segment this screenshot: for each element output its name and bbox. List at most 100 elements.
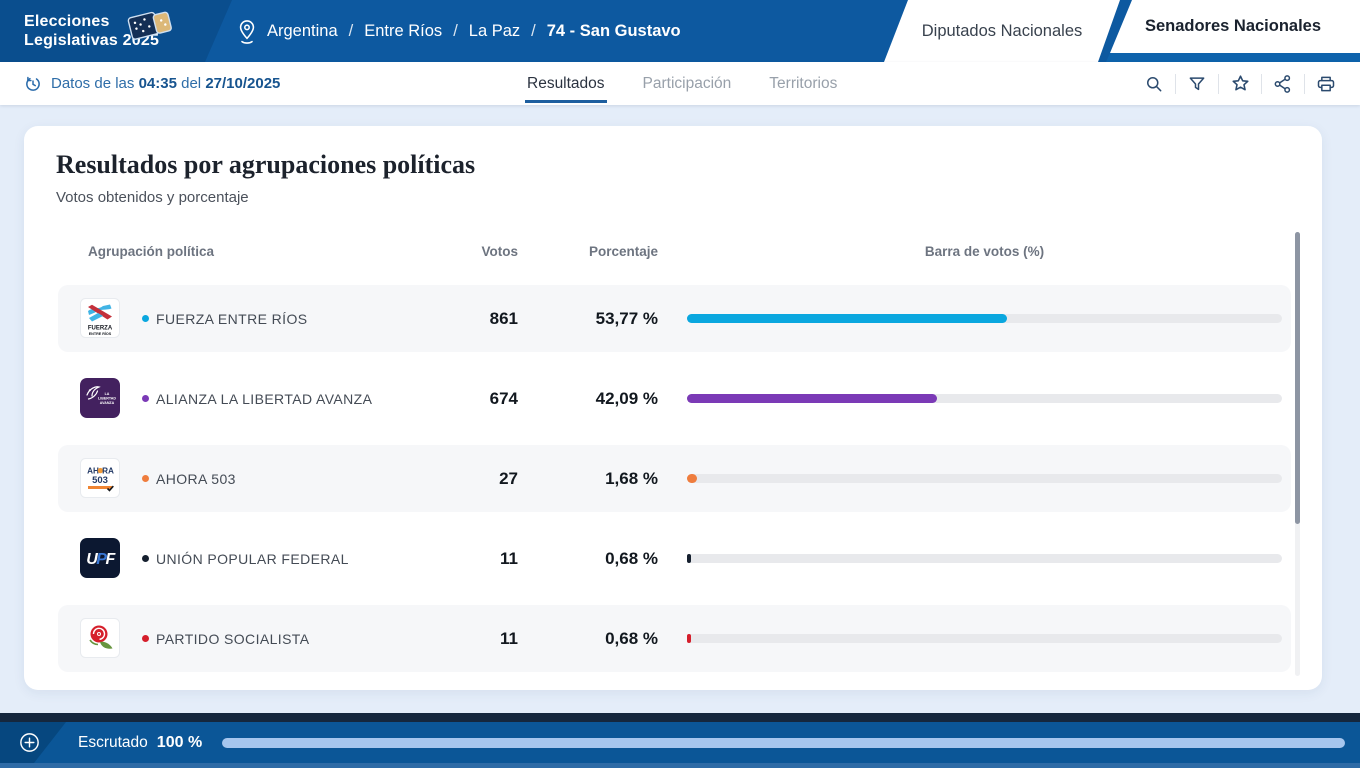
print-icon[interactable] (1314, 72, 1338, 96)
breadcrumb: Argentina / Entre Ríos / La Paz / 74 - S… (236, 0, 681, 62)
party-logo: UPF (80, 538, 120, 578)
tab-senadores-active-indicator (1106, 53, 1360, 62)
footer-bar: Escrutado 100 % (0, 722, 1360, 763)
party-result-row[interactable]: AH RA 503 AHORA 503 27 1,68 % (58, 445, 1291, 512)
breadcrumb-country[interactable]: Argentina (267, 22, 338, 41)
vote-bar-fill (687, 314, 1007, 323)
vote-bar-track (687, 554, 1282, 563)
vote-bar-track (687, 474, 1282, 483)
election-results-page: Elecciones Legislativas 2025 (0, 0, 1360, 768)
table-header: Agrupación política Votos Porcentaje Bar… (58, 244, 1291, 264)
escrutado-percent: 100 % (157, 734, 202, 752)
data-time: 04:35 (139, 75, 177, 92)
escrutado-label: Escrutado 100 % (78, 722, 202, 763)
party-color-bullet (142, 395, 149, 402)
ballot-graphic-icon (122, 4, 180, 51)
party-percent: 53,77 % (538, 309, 658, 329)
logo-segment: Elecciones Legislativas 2025 (0, 0, 232, 62)
tab-senadores-nacionales[interactable]: Senadores Nacionales (1106, 0, 1360, 53)
party-color-bullet (142, 635, 149, 642)
party-logo: AH RA 503 (80, 458, 120, 498)
breadcrumb-separator: / (453, 22, 458, 41)
party-percent: 0,68 % (538, 549, 658, 569)
party-percent: 42,09 % (538, 389, 658, 409)
divider (1261, 74, 1262, 94)
footer-bottom-strip (0, 763, 1360, 768)
party-name: UNIÓN POPULAR FEDERAL (156, 551, 349, 567)
party-result-row[interactable]: PARTIDO SOCIALISTA 11 0,68 % (58, 605, 1291, 672)
vote-bar-fill (687, 634, 691, 643)
vote-bar-track (687, 314, 1282, 323)
tab-territorios[interactable]: Territorios (769, 62, 837, 105)
card-scrollbar-track[interactable] (1295, 232, 1300, 676)
party-color-bullet (142, 315, 149, 322)
share-icon[interactable] (1271, 72, 1295, 96)
tab-participacion[interactable]: Participación (643, 62, 732, 105)
data-date: 27/10/2025 (205, 75, 280, 92)
party-logo: FUERZA ENTRE RÍOS (80, 298, 120, 338)
escrutado-progress-fill (222, 738, 1345, 748)
svg-text:LA: LA (105, 392, 110, 396)
party-votes: 11 (418, 549, 518, 569)
vote-bar-fill (687, 554, 691, 563)
breadcrumb-province[interactable]: Entre Ríos (364, 22, 442, 41)
results-card: Resultados por agrupaciones políticas Vo… (24, 126, 1322, 690)
toolbar-actions (1142, 62, 1338, 105)
view-tabs: Resultados Participación Territorios (527, 62, 837, 105)
card-scrollbar-thumb[interactable] (1295, 232, 1300, 524)
party-result-row[interactable]: FUERZA ENTRE RÍOS FUERZA ENTRE RÍOS 861 … (58, 285, 1291, 352)
party-votes: 674 (418, 389, 518, 409)
party-votes: 11 (418, 629, 518, 649)
data-timestamp: Datos de las 04:35 del 27/10/2025 (24, 62, 280, 105)
party-name: PARTIDO SOCIALISTA (156, 631, 309, 647)
tab-resultados[interactable]: Resultados (527, 62, 605, 105)
party-votes: 27 (418, 469, 518, 489)
divider (1175, 74, 1176, 94)
column-agrupacion: Agrupación política (88, 244, 214, 259)
data-mid: del (181, 75, 201, 92)
results-subtitle: Votos obtenidos y porcentaje (56, 189, 249, 206)
vote-bar-track (687, 394, 1282, 403)
svg-text:LIBERTAD: LIBERTAD (98, 397, 116, 401)
divider (1218, 74, 1219, 94)
party-color-bullet (142, 555, 149, 562)
party-percent: 0,68 % (538, 629, 658, 649)
party-percent: 1,68 % (538, 469, 658, 489)
party-votes: 861 (418, 309, 518, 329)
svg-text:AVANZA: AVANZA (100, 401, 115, 405)
party-color-bullet (142, 475, 149, 482)
svg-text:FUERZA: FUERZA (88, 326, 113, 332)
breadcrumb-separator: / (531, 22, 536, 41)
footer-top-strip (0, 713, 1360, 722)
results-rows: FUERZA ENTRE RÍOS FUERZA ENTRE RÍOS 861 … (58, 285, 1291, 685)
column-barra: Barra de votos (%) (687, 244, 1282, 259)
svg-text:ENTRE RÍOS: ENTRE RÍOS (89, 331, 112, 336)
breadcrumb-separator: / (349, 22, 354, 41)
party-result-row[interactable]: UPF UNIÓN POPULAR FEDERAL 11 0,68 % (58, 525, 1291, 592)
party-name: ALIANZA LA LIBERTAD AVANZA (156, 391, 372, 407)
svg-text:503: 503 (92, 475, 108, 486)
svg-text:UPF: UPF (86, 551, 116, 568)
breadcrumb-department[interactable]: La Paz (469, 22, 520, 41)
party-result-row[interactable]: LA LIBERTAD AVANZA ALIANZA LA LIBERTAD A… (58, 365, 1291, 432)
vote-bar-fill (687, 394, 937, 403)
escrutado-progress-track (222, 738, 1345, 748)
column-porcentaje: Porcentaje (538, 244, 658, 259)
favorite-star-icon[interactable] (1228, 72, 1252, 96)
party-logo (80, 618, 120, 658)
header: Elecciones Legislativas 2025 (0, 0, 1360, 62)
escrutado-text: Escrutado (78, 734, 148, 752)
divider (1304, 74, 1305, 94)
search-icon[interactable] (1142, 72, 1166, 96)
data-prefix: Datos de las (51, 75, 134, 92)
tab-diputados-nacionales[interactable]: Diputados Nacionales (884, 0, 1120, 62)
filter-icon[interactable] (1185, 72, 1209, 96)
party-name: AHORA 503 (156, 471, 236, 487)
location-pin-icon (236, 18, 258, 45)
vote-bar-fill (687, 474, 697, 483)
clock-refresh-icon (24, 75, 42, 93)
column-votos: Votos (418, 244, 518, 259)
expand-plus-icon[interactable] (18, 731, 41, 754)
toolbar: Datos de las 04:35 del 27/10/2025 Result… (0, 62, 1360, 105)
breadcrumb-locality: 74 - San Gustavo (547, 22, 681, 41)
